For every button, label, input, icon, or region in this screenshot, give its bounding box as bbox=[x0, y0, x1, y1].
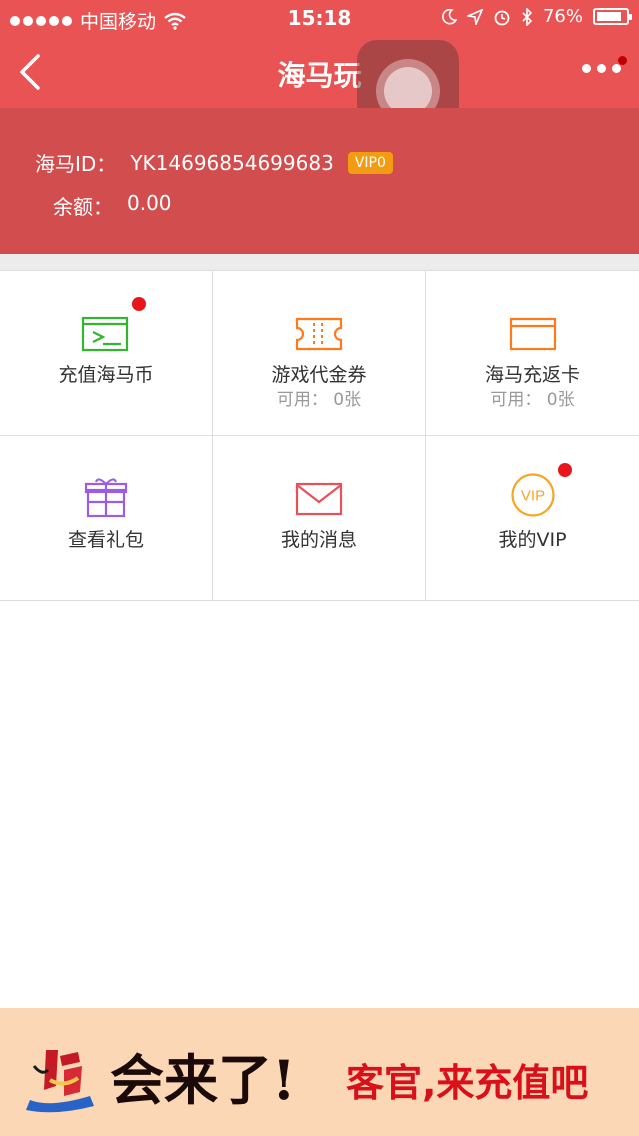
menu-item-coupon[interactable]: 游戏代金券 可用： 0张 bbox=[213, 271, 426, 436]
promo-headline: 会来了! bbox=[110, 1048, 296, 1112]
balance-value: 0.00 bbox=[127, 191, 172, 215]
vip-notification-dot bbox=[558, 463, 572, 477]
balance-row: 余额： 0.00 bbox=[53, 191, 172, 220]
vip-level-badge: VIP0 bbox=[347, 151, 393, 174]
battery-icon bbox=[593, 8, 632, 25]
section-divider bbox=[0, 254, 639, 270]
menu-item-label: 充值海马币 bbox=[58, 364, 154, 386]
menu-item-recharge[interactable]: 充值海马币 bbox=[0, 271, 213, 436]
menu-item-label: 我的VIP bbox=[498, 529, 567, 551]
recharge-card-icon bbox=[81, 316, 129, 352]
account-header: 海马ID： YK14696854699683 VIP0 余额： 0.00 bbox=[0, 108, 639, 254]
recharge-notification-dot bbox=[132, 297, 146, 311]
page-title: 海马玩 bbox=[277, 59, 362, 92]
menu-item-label: 查看礼包 bbox=[67, 529, 144, 551]
vip-icon-text: VIP bbox=[520, 488, 544, 505]
balance-label: 余额： bbox=[53, 195, 113, 219]
notification-dot bbox=[618, 56, 627, 65]
vip-circle-icon: VIP bbox=[510, 473, 555, 517]
promo-subtext: 客官,来充值吧 bbox=[346, 1061, 589, 1105]
alarm-clock-icon bbox=[494, 10, 510, 25]
menu-item-rebate-card[interactable]: 海马充返卡 可用： 0张 bbox=[426, 271, 639, 436]
rebate-card-icon bbox=[509, 317, 556, 351]
menu-item-available: 可用： 0张 bbox=[276, 390, 362, 410]
nav-bar: 海马玩 bbox=[0, 36, 639, 142]
promo-banner[interactable]: 会来了! 客官,来充值吧 bbox=[0, 1008, 639, 1136]
battery-percent: 76% bbox=[542, 6, 583, 27]
moon-icon bbox=[442, 8, 457, 24]
gift-box-icon bbox=[84, 478, 128, 518]
menu-item-label: 我的消息 bbox=[280, 529, 357, 551]
location-arrow-icon bbox=[466, 8, 483, 25]
envelope-icon bbox=[295, 482, 343, 516]
status-right: 76% bbox=[441, 6, 632, 27]
menu-item-gift[interactable]: 查看礼包 bbox=[0, 436, 213, 601]
promo-logo-icon bbox=[26, 1050, 94, 1113]
coupon-ticket-icon bbox=[295, 317, 343, 351]
menu-item-available: 可用： 0张 bbox=[490, 390, 575, 410]
menu-item-label: 游戏代金券 bbox=[271, 364, 367, 386]
account-id-value: YK14696854699683 bbox=[130, 150, 334, 175]
menu-grid: 充值海马币 游戏代金券 可用： 0张 海马充返卡 可用： 0张 查看礼包 我的消… bbox=[0, 270, 639, 601]
bluetooth-icon bbox=[522, 7, 533, 26]
page: 中国移动 15:18 76% 海马玩 海马ID： YK1469685469968… bbox=[0, 0, 639, 1136]
menu-item-messages[interactable]: 我的消息 bbox=[213, 436, 426, 601]
account-id-label: 海马ID： bbox=[35, 152, 117, 176]
more-options-icon[interactable] bbox=[582, 64, 621, 73]
account-id-row: 海马ID： YK14696854699683 VIP0 bbox=[35, 148, 393, 177]
menu-item-vip[interactable]: VIP 我的VIP bbox=[426, 436, 639, 601]
menu-item-label: 海马充返卡 bbox=[484, 364, 580, 386]
status-bar: 中国移动 15:18 76% bbox=[0, 0, 639, 36]
